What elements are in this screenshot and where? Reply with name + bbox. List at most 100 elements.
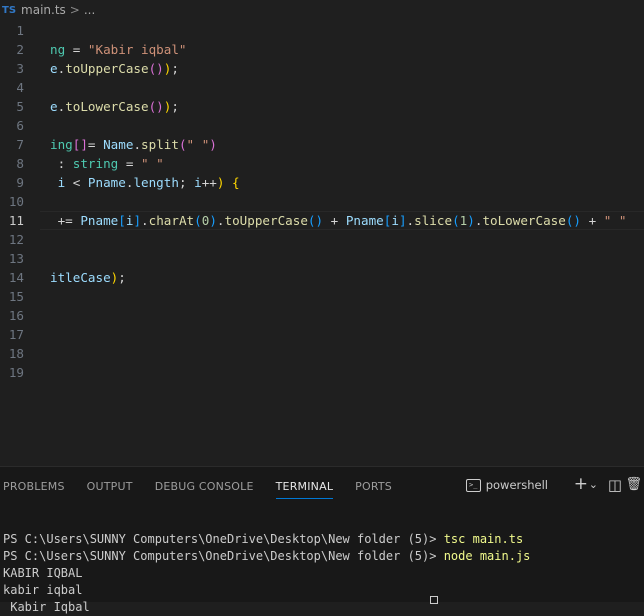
code-token: ( <box>178 137 187 152</box>
code-text: e.toLowerCase()); <box>50 97 179 116</box>
code-text: += Pname[i].charAt(0).toUpperCase() + Pn… <box>50 211 627 230</box>
breadcrumb-file[interactable]: main.ts <box>21 3 66 17</box>
code-token: ) <box>209 137 217 152</box>
code-line[interactable]: 7 ing[]= Name.split(" ") <box>0 135 644 154</box>
code-line[interactable]: 8 : string = " " <box>0 154 644 173</box>
line-number: 7 <box>16 137 24 152</box>
trash-icon[interactable]: 🗑 <box>625 477 642 492</box>
code-line[interactable]: 10 <box>0 192 644 211</box>
code-token: split <box>141 137 179 152</box>
code-token: slice <box>414 213 453 228</box>
tab-output[interactable]: OUTPUT <box>87 472 133 501</box>
tab-problems[interactable]: PROBLEMS <box>3 472 65 501</box>
breadcrumb: TS main.ts > ... <box>0 0 644 20</box>
code-token: += <box>50 213 81 228</box>
code-token: ing <box>50 137 73 152</box>
code-token: ++ <box>201 175 217 190</box>
code-token: Pname <box>345 213 384 228</box>
line-number: 17 <box>8 327 24 342</box>
code-token: () <box>565 213 582 228</box>
code-token: { <box>232 175 240 190</box>
terminal-command: tsc main.ts <box>443 532 524 546</box>
code-token: = <box>65 42 88 57</box>
code-token: = <box>118 156 141 171</box>
code-line[interactable]: 13 <box>0 249 644 268</box>
code-token: ) <box>467 213 475 228</box>
chevron-right-icon: > <box>69 3 80 17</box>
code-token: ; <box>171 99 179 114</box>
terminal-output-line: KABIR IQBAL <box>3 566 83 580</box>
code-line[interactable]: 18 <box>0 344 644 363</box>
code-token: . <box>406 213 415 228</box>
terminal-command: node main.js <box>443 549 531 563</box>
terminal-icon: >_ <box>465 478 481 492</box>
new-terminal-button[interactable]: + <box>574 474 588 494</box>
code-token: "Kabir iqbal" <box>87 42 187 57</box>
code-line[interactable]: 1 <box>0 21 644 40</box>
terminal-output-line: kabir iqbal <box>3 583 83 597</box>
code-token: Pname <box>87 175 126 190</box>
code-line[interactable]: 14 itleCase); <box>0 268 644 287</box>
line-number: 1 <box>16 23 24 38</box>
code-token: . <box>133 137 142 152</box>
code-line[interactable]: 11 += Pname[i].charAt(0).toUpperCase() +… <box>0 211 644 230</box>
line-number: 14 <box>8 270 24 285</box>
typescript-file-icon: TS <box>2 4 17 16</box>
code-line[interactable]: 3 e.toUpperCase()); <box>0 59 644 78</box>
code-token: " " <box>603 213 627 228</box>
code-line[interactable]: 5 e.toLowerCase()); <box>0 97 644 116</box>
line-number: 8 <box>16 156 24 171</box>
line-number: 5 <box>16 99 24 114</box>
terminal-output-line: Kabir Iqbal <box>3 600 90 614</box>
line-number: 10 <box>8 194 24 209</box>
line-number: 4 <box>16 80 24 95</box>
code-line[interactable]: 4 <box>0 78 644 97</box>
code-text: itleCase); <box>50 268 126 287</box>
code-token: + <box>581 213 604 228</box>
breadcrumb-symbol[interactable]: ... <box>84 3 95 17</box>
code-line[interactable]: 15 <box>0 287 644 306</box>
code-line[interactable]: 2 ng = "Kabir iqbal" <box>0 40 644 59</box>
line-number: 13 <box>8 251 24 266</box>
code-line[interactable]: 6 <box>0 116 644 135</box>
line-number: 12 <box>8 232 24 247</box>
code-token: ) <box>209 213 217 228</box>
code-token: string <box>72 156 119 171</box>
code-token: [] <box>72 137 88 152</box>
code-line[interactable]: 16 <box>0 306 644 325</box>
code-editor[interactable]: 1 2 ng = "Kabir iqbal" 3 e.toUpperCase()); 4 5… <box>0 20 644 465</box>
code-line[interactable]: 17 <box>0 325 644 344</box>
code-token: + <box>323 213 346 228</box>
split-terminal-icon[interactable]: ◫ <box>608 476 622 494</box>
line-number: 18 <box>8 346 24 361</box>
code-token: = <box>87 137 104 152</box>
code-token: () <box>148 99 164 114</box>
code-token: . <box>141 213 149 228</box>
code-token: e <box>50 99 58 114</box>
chevron-down-icon[interactable]: ⌄ <box>589 478 598 491</box>
tab-debug-console[interactable]: DEBUG CONSOLE <box>155 472 254 501</box>
code-token: i <box>50 175 66 190</box>
code-text: ing[]= Name.split(" ") <box>50 135 217 154</box>
code-line[interactable]: 12 <box>0 230 644 249</box>
code-line[interactable]: 9 i < Pname.length; i++) { <box>0 173 644 192</box>
tab-ports[interactable]: PORTS <box>355 472 392 501</box>
terminal-shell-selector[interactable]: >_ powershell <box>465 478 548 492</box>
code-token: . <box>216 213 225 228</box>
line-number: 15 <box>8 289 24 304</box>
code-token: ) <box>216 175 233 190</box>
code-token: : <box>50 156 73 171</box>
code-token: toUpperCase <box>224 213 308 228</box>
code-token: " " <box>141 156 164 171</box>
tab-terminal[interactable]: TERMINAL <box>275 472 334 501</box>
terminal-cursor <box>430 596 438 604</box>
code-token: ] <box>398 213 407 228</box>
code-text: i < Pname.length; i++) { <box>50 173 240 192</box>
code-token: charAt <box>148 213 195 228</box>
code-token: i <box>391 213 399 228</box>
code-token: i <box>194 175 202 190</box>
line-number: 19 <box>8 365 24 380</box>
code-line[interactable]: 19 <box>0 363 644 382</box>
line-number: 9 <box>16 175 24 190</box>
code-token: e <box>50 61 58 76</box>
